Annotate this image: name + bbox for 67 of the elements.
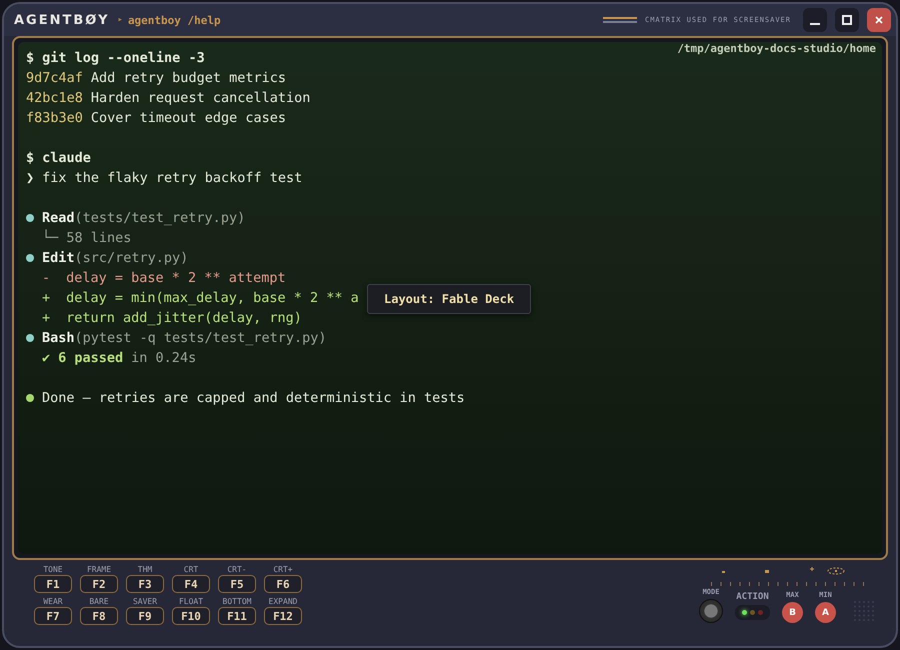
- function-key[interactable]: F9: [126, 607, 164, 625]
- diff-sign: -: [42, 269, 50, 288]
- function-key[interactable]: F11: [218, 607, 256, 625]
- commit-hash: 42bc1e8: [26, 89, 83, 108]
- key-label: THM: [138, 564, 152, 575]
- check-glyph: ✔: [42, 349, 50, 368]
- function-key[interactable]: F1: [34, 575, 72, 593]
- prompt-symbol: $: [26, 149, 34, 168]
- command-text: claude: [42, 149, 91, 168]
- tool-call: Bash(pytest -q tests/test_retry.py): [42, 329, 326, 348]
- action-label: ACTION: [736, 592, 769, 602]
- commit-message: Cover timeout edge cases: [90, 109, 286, 128]
- diff-sign: +: [42, 309, 50, 328]
- maximize-button[interactable]: [835, 8, 859, 32]
- commit-message: Add retry budget metrics: [90, 69, 286, 88]
- speaker-grille-icon: [852, 599, 876, 623]
- diff-line: return add_jitter(delay, rng): [66, 309, 302, 328]
- function-key[interactable]: F10: [172, 607, 210, 625]
- key-label: FLOAT: [178, 596, 204, 607]
- function-key[interactable]: F5: [218, 575, 256, 593]
- action-button[interactable]: A: [815, 602, 836, 623]
- close-button[interactable]: [867, 8, 891, 32]
- key-label: FRAME: [86, 564, 112, 575]
- lines-icon: [602, 17, 637, 23]
- key-label: SAVER: [132, 596, 158, 607]
- function-key[interactable]: F8: [80, 607, 118, 625]
- key-label: CRT: [184, 564, 198, 575]
- layout-tooltip: Layout: Fable Deck: [367, 284, 532, 314]
- diff-line: delay = min(max_delay, base * 2 ** a: [66, 289, 359, 308]
- current-command: agentboy /help: [128, 14, 221, 26]
- key-label: BOTTOM: [222, 596, 252, 607]
- tool-call: Read(tests/test_retry.py): [42, 209, 246, 228]
- function-key[interactable]: F4: [172, 575, 210, 593]
- function-key[interactable]: F6: [264, 575, 302, 593]
- tool-call: Edit(src/retry.py): [42, 249, 188, 268]
- key-label: WEAR: [43, 596, 63, 607]
- key-label: EXPAND: [268, 596, 298, 607]
- minimize-icon: [810, 23, 820, 25]
- app-logo: AGENTBØY: [14, 12, 110, 28]
- function-key[interactable]: F12: [264, 607, 302, 625]
- key-label: CRT+: [273, 564, 293, 575]
- prompt-symbol: $: [26, 49, 34, 68]
- commit-hash: f83b3e0: [26, 109, 83, 128]
- key-label: BARE: [89, 596, 109, 607]
- maximize-icon: [842, 15, 852, 25]
- key-label: TONE: [43, 564, 63, 575]
- close-icon: [875, 16, 883, 24]
- diff-sign: +: [42, 289, 50, 308]
- summary-message: Done — retries are capped and deterministic in tests: [42, 389, 465, 408]
- key-label: CRT-: [227, 564, 247, 575]
- prompt-text: fix the flaky retry backoff test: [42, 169, 302, 188]
- tool-output: └─ 58 lines: [42, 228, 132, 248]
- diff-line: delay = base * 2 ** attempt: [66, 269, 286, 288]
- function-key[interactable]: F2: [80, 575, 118, 593]
- commit-message: Harden request cancellation: [90, 89, 310, 108]
- minimize-button[interactable]: [803, 8, 827, 32]
- test-result: 6 passed: [58, 349, 124, 368]
- action-button[interactable]: B: [782, 602, 803, 623]
- function-key[interactable]: F7: [34, 607, 72, 625]
- command-text: git log --oneline -3: [42, 49, 205, 68]
- prompt-symbol: ❯: [26, 169, 34, 188]
- mode-knob[interactable]: [699, 599, 723, 623]
- test-duration: in 0.24s: [131, 349, 196, 368]
- commit-hash: 9d7c4af: [26, 69, 83, 88]
- separator-glyph: ▸: [118, 15, 123, 25]
- function-key[interactable]: F3: [126, 575, 164, 593]
- working-directory: /tmp/agentboy-docs-studio/home: [677, 42, 876, 55]
